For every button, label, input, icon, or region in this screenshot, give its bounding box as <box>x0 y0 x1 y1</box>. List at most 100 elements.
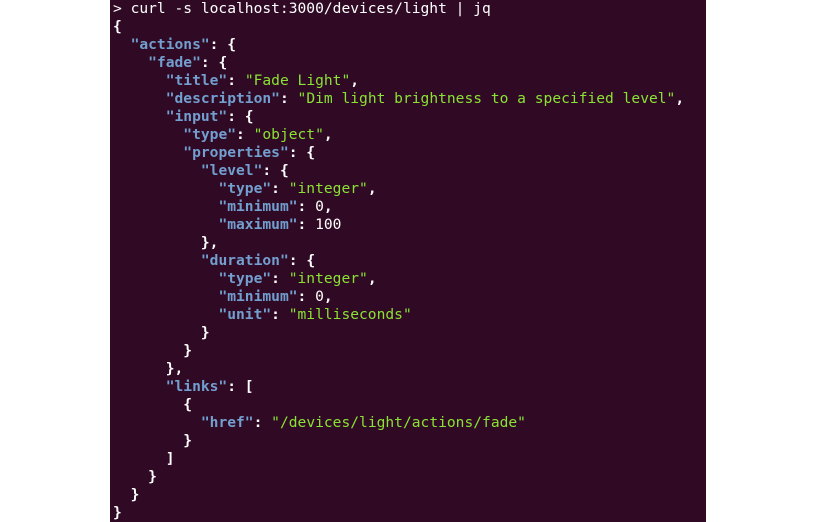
terminal-window[interactable]: > curl -s localhost:3000/devices/light |… <box>110 0 706 522</box>
json-punctuation <box>113 162 201 179</box>
json-punctuation: } <box>113 342 193 359</box>
json-output-line: "maximum": 100 <box>113 216 684 234</box>
json-punctuation: : <box>279 90 298 107</box>
json-punctuation: : <box>297 216 316 233</box>
json-punctuation: : <box>236 126 254 143</box>
json-output-line: }, <box>113 234 684 252</box>
terminal-output: > curl -s localhost:3000/devices/light |… <box>113 0 684 522</box>
json-output-line: } <box>113 432 684 450</box>
json-key: "actions" <box>130 36 210 53</box>
json-output-line: "fade": { <box>113 54 684 72</box>
json-key: "minimum" <box>218 288 298 305</box>
json-punctuation <box>113 180 218 197</box>
json-key: "duration" <box>200 252 289 269</box>
json-punctuation <box>113 414 201 431</box>
json-output-line: ] <box>113 450 684 468</box>
json-punctuation <box>113 144 183 161</box>
json-output-line: "unit": "milliseconds" <box>113 306 684 324</box>
json-punctuation: : <box>271 270 289 287</box>
json-punctuation: } <box>113 468 157 485</box>
json-punctuation: : { <box>200 54 228 71</box>
json-key: "type" <box>218 180 272 197</box>
json-key: "level" <box>200 162 263 179</box>
json-punctuation: { <box>113 396 193 413</box>
json-punctuation: ] <box>113 450 175 467</box>
json-output-line: "href": "/devices/light/actions/fade" <box>113 414 684 432</box>
json-punctuation: : { <box>262 162 289 179</box>
json-key: "title" <box>165 72 228 89</box>
json-punctuation <box>113 72 166 89</box>
json-output-line: { <box>113 18 684 36</box>
json-key: "description" <box>165 90 280 107</box>
json-output-line: "minimum": 0, <box>113 198 684 216</box>
json-punctuation <box>113 126 183 143</box>
json-punctuation: , <box>323 126 333 143</box>
json-punctuation: : <box>227 72 245 89</box>
json-output-line: { <box>113 396 684 414</box>
json-key: "type" <box>183 126 237 143</box>
json-key: "type" <box>218 270 272 287</box>
json-number-value: 0 <box>315 288 324 305</box>
json-punctuation: : { <box>227 108 254 125</box>
json-string-value: "Dim light brightness to a specified lev… <box>297 90 676 107</box>
shell-command: > curl -s localhost:3000/devices/light |… <box>113 0 491 17</box>
json-punctuation <box>113 198 218 215</box>
json-punctuation: : <box>253 414 272 431</box>
json-output-line: "actions": { <box>113 36 684 54</box>
json-punctuation <box>113 54 148 71</box>
json-string-value: "/devices/light/actions/fade" <box>271 414 526 431</box>
json-output-line: } <box>113 486 684 504</box>
json-punctuation <box>113 252 201 269</box>
json-punctuation: } <box>113 432 193 449</box>
json-punctuation: : [ <box>227 378 254 395</box>
json-punctuation: }, <box>113 360 184 377</box>
json-key: "input" <box>165 108 228 125</box>
json-output-line: } <box>113 504 684 522</box>
json-punctuation: , <box>323 288 333 305</box>
json-punctuation: , <box>323 198 333 215</box>
json-output-line: }, <box>113 360 684 378</box>
json-output-line: "duration": { <box>113 252 684 270</box>
json-output-line: "type": "integer", <box>113 180 684 198</box>
json-key: "maximum" <box>218 216 298 233</box>
json-key: "links" <box>165 378 228 395</box>
json-output-line: "links": [ <box>113 378 684 396</box>
json-punctuation: , <box>367 270 377 287</box>
json-punctuation: : <box>271 180 289 197</box>
json-key: "minimum" <box>218 198 298 215</box>
json-output-line: "input": { <box>113 108 684 126</box>
json-punctuation <box>113 378 166 395</box>
json-punctuation: : <box>297 288 316 305</box>
json-number-value: 0 <box>315 198 324 215</box>
json-punctuation: , <box>367 180 377 197</box>
json-punctuation: } <box>113 486 140 503</box>
json-string-value: "integer" <box>288 270 368 287</box>
json-output-line: "properties": { <box>113 144 684 162</box>
json-key: "fade" <box>148 54 201 71</box>
json-punctuation: : <box>271 306 289 323</box>
json-string-value: "milliseconds" <box>288 306 412 323</box>
json-punctuation: { <box>113 18 122 35</box>
json-punctuation: : { <box>209 36 237 53</box>
json-punctuation <box>113 90 166 107</box>
json-punctuation: : <box>297 198 316 215</box>
json-number-value: 100 <box>315 216 342 233</box>
json-punctuation <box>113 270 218 287</box>
command-line: > curl -s localhost:3000/devices/light |… <box>113 0 684 18</box>
json-key: "properties" <box>183 144 289 161</box>
json-key: "unit" <box>218 306 272 323</box>
json-output-line: "minimum": 0, <box>113 288 684 306</box>
json-punctuation <box>113 108 166 125</box>
json-punctuation <box>113 36 131 53</box>
json-key: "href" <box>200 414 254 431</box>
json-punctuation <box>113 288 218 305</box>
json-string-value: "object" <box>253 126 324 143</box>
json-punctuation: } <box>113 504 122 521</box>
json-string-value: "integer" <box>288 180 368 197</box>
json-output-line: "title": "Fade Light", <box>113 72 684 90</box>
json-punctuation: } <box>113 324 210 341</box>
json-output-line: } <box>113 468 684 486</box>
json-punctuation <box>113 216 218 233</box>
json-output-line: } <box>113 324 684 342</box>
json-output-line: "type": "integer", <box>113 270 684 288</box>
